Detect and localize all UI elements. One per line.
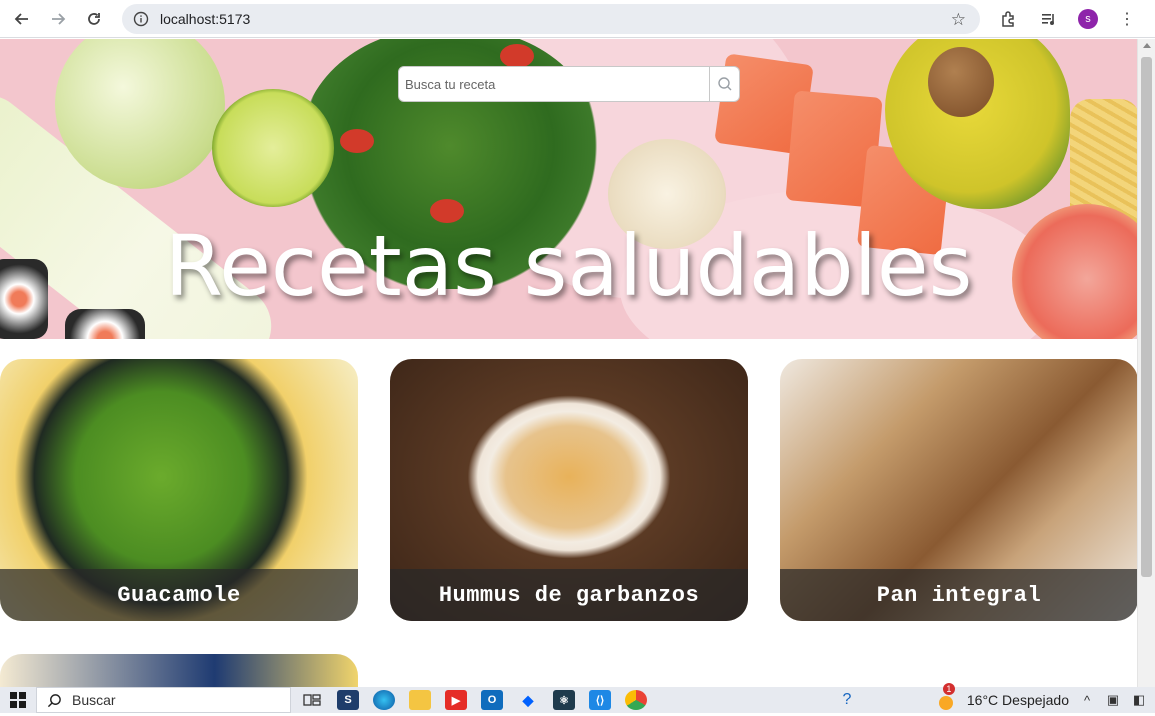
search-button[interactable] [710,66,740,102]
vscode-icon[interactable]: ⟨⟩ [589,690,611,710]
card-title: Hummus de garbanzos [438,582,700,608]
reload-icon[interactable] [80,5,108,33]
taskbar-search[interactable]: Buscar [36,687,291,713]
site-info-icon[interactable] [132,10,150,28]
outlook-icon[interactable]: O [481,690,503,710]
weather-icon[interactable]: 1 [935,683,957,711]
tomato-image [340,129,374,153]
search-icon [47,693,61,707]
chevron-up-icon[interactable]: ^ [1079,692,1095,708]
windows-start-icon[interactable] [0,687,36,713]
chrome-icon[interactable] [625,690,647,710]
page-viewport: Recetas saludables Guacamole Hummus de g… [0,39,1155,687]
search-icon [717,77,731,91]
recipe-search [398,66,740,102]
page-title: Recetas saludables [164,217,973,315]
system-tray: ? 1 16°C Despejado ^ ▣ ◧ [839,683,1155,713]
network-icon[interactable]: ▣ [1105,692,1121,708]
profile-avatar[interactable]: s [1078,8,1098,29]
address-bar[interactable]: localhost:5173 ☆ [122,3,980,34]
taskbar-apps: S ▶ O ◆ ⚛ ⟨⟩ [301,690,647,710]
recipe-card-partial[interactable] [0,654,358,687]
bookmark-star-icon[interactable]: ☆ [951,10,966,30]
card-label-bar: Guacamole [0,569,358,621]
more-menu-icon[interactable]: ⋮ [1116,8,1138,30]
card-label-bar: Pan integral [780,569,1138,621]
dropbox-icon[interactable]: ◆ [517,690,539,710]
hero-banner: Recetas saludables [0,39,1137,339]
page-scrollbar[interactable] [1137,39,1155,687]
card-label-bar: Hummus de garbanzos [390,569,748,621]
search-input[interactable] [398,66,710,102]
terminal-icon[interactable]: S [337,690,359,710]
scroll-thumb[interactable] [1141,57,1152,577]
youtube-icon[interactable]: ▶ [445,690,467,710]
help-icon[interactable]: ? [839,691,855,708]
taskbar-search-label: Buscar [72,692,116,708]
edge-icon[interactable] [373,690,395,710]
card-title: Pan integral [876,582,1042,608]
windows-taskbar: Buscar S ▶ O ◆ ⚛ ⟨⟩ ? 1 16°C Despejado ^… [0,683,1155,713]
lime-image [212,89,334,207]
speaker-icon[interactable]: ◧ [1131,692,1147,708]
weather-badge: 1 [942,683,955,695]
browser-toolbar: localhost:5173 ☆ s ⋮ [0,0,1155,38]
task-view-icon[interactable] [301,690,323,710]
app-icon[interactable]: ⚛ [553,690,575,710]
tomato-image [500,44,534,68]
file-explorer-icon[interactable] [409,690,431,710]
avocado-seed-image [928,47,994,117]
recipe-card-guacamole[interactable]: Guacamole [0,359,358,621]
recipe-card-pan-integral[interactable]: Pan integral [780,359,1138,621]
weather-text: 16°C Despejado [966,692,1069,708]
card-title: Guacamole [117,582,241,608]
back-arrow-icon[interactable] [8,5,36,33]
extensions-icon[interactable] [998,8,1020,30]
address-url[interactable]: localhost:5173 [160,11,250,27]
forward-arrow-icon[interactable] [44,5,72,33]
media-controls-icon[interactable] [1038,8,1060,30]
recipe-card-hummus[interactable]: Hummus de garbanzos [390,359,748,621]
scroll-up-arrow-icon[interactable] [1143,43,1151,48]
